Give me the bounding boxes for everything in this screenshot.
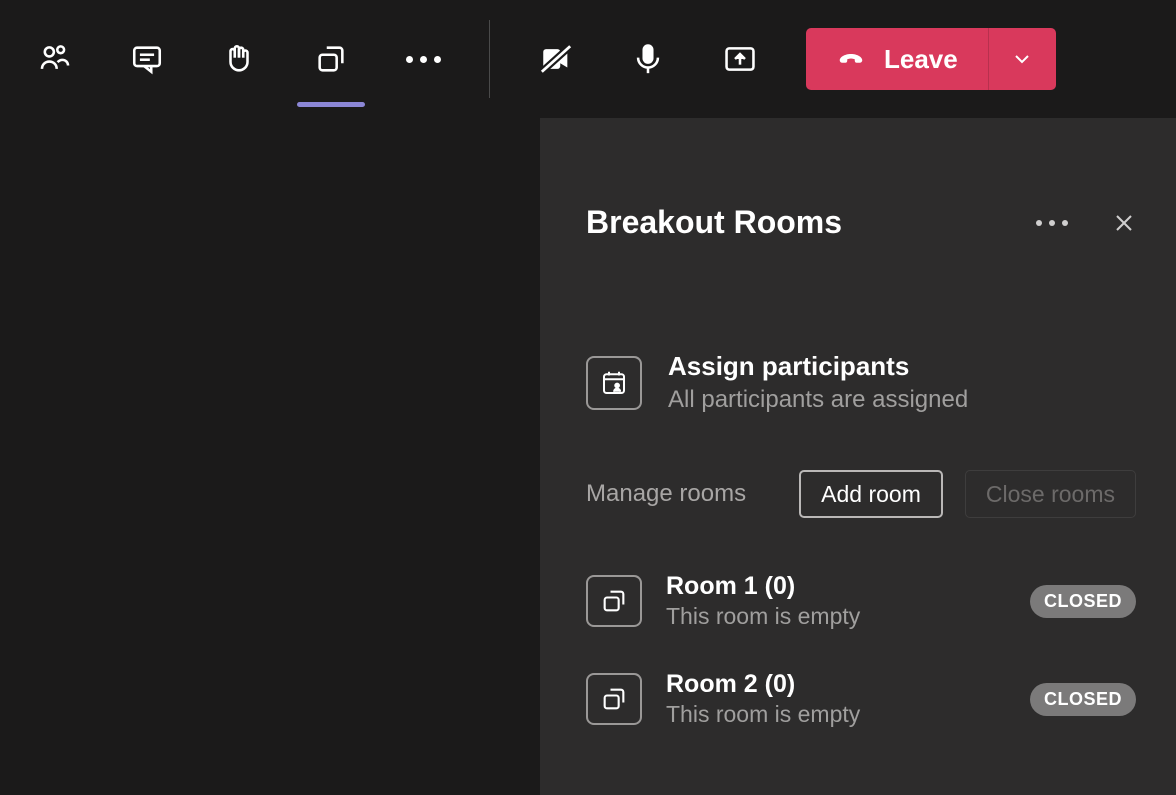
room-title: Room 1 (0) [666,572,860,601]
microphone-icon[interactable] [628,29,668,89]
main-area: Breakout Rooms [0,118,1176,795]
add-room-button[interactable]: Add room [799,470,943,518]
close-panel-icon[interactable] [1112,211,1136,235]
raise-hand-icon[interactable] [219,29,259,89]
assign-subtitle: All participants are assigned [668,386,968,414]
people-icon[interactable] [35,29,75,89]
leave-options-button[interactable] [988,28,1056,90]
assign-participants-row[interactable]: Assign participants All participants are… [586,351,1136,414]
chat-icon[interactable] [127,29,167,89]
rooms-list: Room 1 (0) This room is empty CLOSED Roo… [586,572,1136,728]
leave-button[interactable]: Leave [806,28,988,90]
share-screen-icon[interactable] [720,29,760,89]
close-rooms-button: Close rooms [965,470,1136,518]
room-status-badge: CLOSED [1030,585,1136,618]
room-item[interactable]: Room 1 (0) This room is empty CLOSED [586,572,1136,630]
room-title: Room 2 (0) [666,670,860,699]
toolbar-divider [489,20,490,98]
panel-header: Breakout Rooms [586,204,1136,241]
breakout-rooms-panel: Breakout Rooms [540,118,1176,795]
assign-title: Assign participants [668,351,968,382]
hangup-icon [836,44,866,74]
room-item[interactable]: Room 2 (0) This room is empty CLOSED [586,670,1136,728]
room-subtitle: This room is empty [666,701,860,728]
panel-more-icon[interactable] [1036,220,1068,226]
meeting-stage [0,118,540,795]
assign-participants-icon [586,356,642,410]
leave-label: Leave [884,44,958,75]
breakout-rooms-icon[interactable] [311,29,351,89]
panel-title: Breakout Rooms [586,204,1036,241]
toolbar-left-group [35,29,443,89]
room-icon [586,673,642,725]
toolbar-right-group [536,29,760,89]
chevron-down-icon [1010,47,1034,71]
room-subtitle: This room is empty [666,603,860,630]
room-icon [586,575,642,627]
manage-rooms-label: Manage rooms [586,480,746,508]
leave-button-group: Leave [806,28,1056,90]
manage-rooms-row: Manage rooms Add room Close rooms [586,470,1136,518]
more-actions-icon[interactable] [403,29,443,89]
camera-off-icon[interactable] [536,29,576,89]
room-status-badge: CLOSED [1030,683,1136,716]
meeting-toolbar: Leave [0,0,1176,118]
